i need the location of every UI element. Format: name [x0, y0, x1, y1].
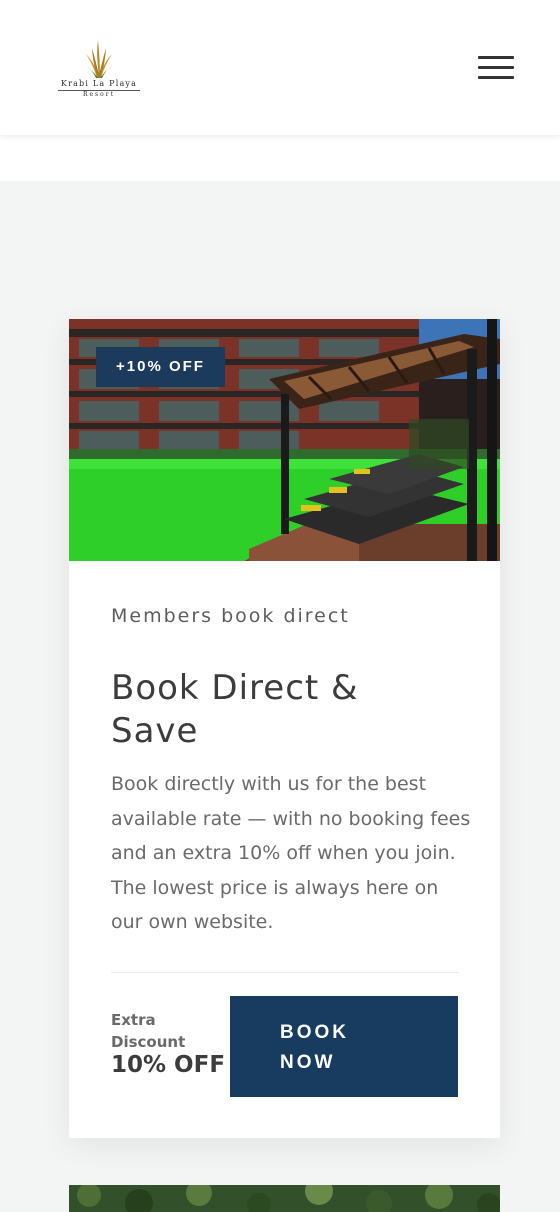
pool-cabana-photo: +10% OFF [69, 319, 500, 561]
offer-eyebrow: Members book direct [111, 605, 350, 627]
discount-badge: +10% OFF [96, 347, 225, 387]
hamburger-menu-icon[interactable] [478, 54, 516, 82]
next-offer-card-image [69, 1185, 500, 1212]
grass-logo-icon [85, 40, 113, 78]
logo-name: Krabi La Playa [60, 79, 138, 88]
menu-line [478, 76, 514, 79]
card-divider [111, 972, 459, 973]
jungle-photo-illustration [69, 1185, 500, 1212]
resort-logo[interactable]: Krabi La Playa Resort [54, 36, 144, 102]
menu-line [478, 66, 514, 69]
menu-line [478, 56, 514, 59]
offer-title: Book Direct & Save [111, 668, 359, 751]
header-spacer [0, 135, 560, 181]
book-now-label: BOOK NOW [280, 1022, 349, 1073]
offer-card: +10% OFF Members book direct Book Direct… [69, 319, 500, 1138]
logo-subtitle: Resort [82, 91, 116, 98]
extra-discount-label: Extra Discount [111, 1011, 186, 1051]
offer-description: Book directly with us for the best avail… [111, 773, 471, 933]
site-header: Krabi La Playa Resort [0, 0, 560, 135]
book-now-button[interactable]: BOOK NOW [230, 996, 458, 1097]
extra-discount-value: 10% OFF [111, 1052, 226, 1078]
